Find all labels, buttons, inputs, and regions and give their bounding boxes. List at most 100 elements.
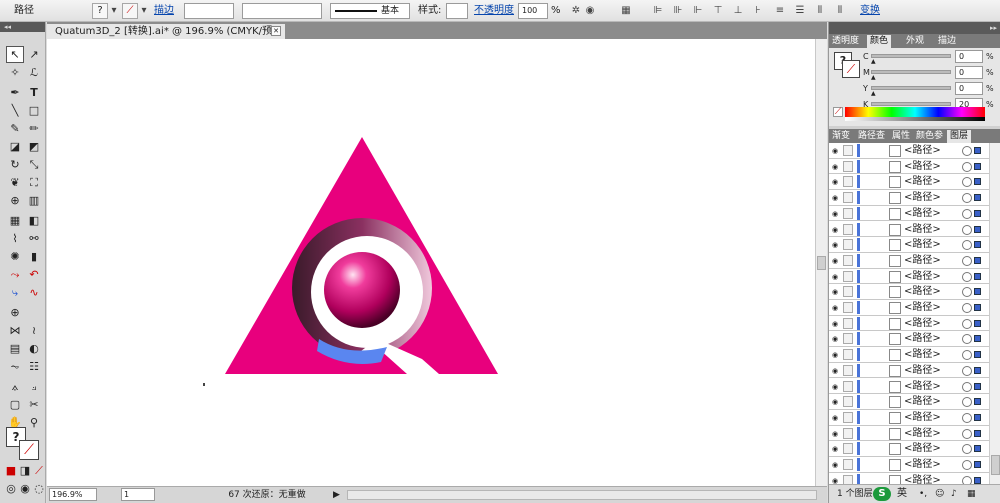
eye-icon[interactable]: ◉ bbox=[832, 430, 838, 438]
layer-row[interactable]: ◉ <路径> bbox=[829, 190, 989, 206]
target-icon[interactable] bbox=[962, 475, 972, 484]
layer-row[interactable]: ◉ <路径> bbox=[829, 379, 989, 395]
eye-icon[interactable]: ◉ bbox=[832, 194, 838, 202]
lock-toggle[interactable] bbox=[843, 145, 853, 156]
direct-selection-tool-icon[interactable]: ↗ bbox=[25, 46, 43, 63]
target-icon[interactable] bbox=[962, 428, 972, 439]
none-swatch-icon[interactable]: ⟋ bbox=[833, 107, 843, 117]
opacity-link[interactable]: 不透明度 bbox=[474, 0, 514, 22]
color-stroke-swatch[interactable]: ⟋ bbox=[842, 60, 860, 78]
scale-tool-icon[interactable]: ⤡ bbox=[25, 156, 43, 173]
target-icon[interactable] bbox=[962, 381, 972, 392]
variable-width-select[interactable] bbox=[242, 3, 322, 19]
lock-toggle[interactable] bbox=[843, 427, 853, 439]
layer-row[interactable]: ◉ <路径> bbox=[829, 473, 989, 484]
artboard-canvas[interactable] bbox=[47, 39, 815, 486]
lock-toggle[interactable] bbox=[843, 192, 853, 204]
selection-indicator[interactable] bbox=[974, 178, 981, 186]
eye-icon[interactable]: ◉ bbox=[832, 335, 838, 343]
selection-indicator[interactable] bbox=[974, 147, 981, 154]
live-paint-tool-icon[interactable]: ◐ bbox=[25, 340, 43, 357]
eye-icon[interactable]: ◉ bbox=[832, 288, 838, 296]
slider-knob-icon[interactable]: ▲ bbox=[871, 91, 876, 97]
lock-toggle[interactable] bbox=[843, 396, 853, 408]
layer-row[interactable]: ◉ <路径> bbox=[829, 143, 989, 159]
column-graph-tool-icon[interactable]: ▮ bbox=[25, 248, 43, 265]
ime-mic-icon[interactable]: ♪ bbox=[951, 487, 957, 501]
layer-row[interactable]: ◉ <路径> bbox=[829, 316, 989, 332]
layer-row[interactable]: ◉ <路径> bbox=[829, 284, 989, 300]
target-icon[interactable] bbox=[962, 334, 972, 345]
target-icon[interactable] bbox=[962, 255, 972, 266]
play-icon[interactable]: ▶ bbox=[333, 488, 340, 502]
selection-indicator[interactable] bbox=[974, 225, 981, 233]
layer-row[interactable]: ◉ <路径> bbox=[829, 237, 989, 253]
channel-m-slider[interactable] bbox=[871, 70, 951, 74]
target-icon[interactable] bbox=[962, 177, 972, 188]
channel-c-input[interactable]: 0 bbox=[955, 50, 983, 63]
tab-layers[interactable]: 图层 bbox=[947, 130, 972, 143]
layer-row[interactable]: ◉ <路径> bbox=[829, 174, 989, 191]
eye-icon[interactable]: ◉ bbox=[832, 398, 838, 406]
scissors-tool-icon[interactable]: ✂ bbox=[25, 396, 43, 413]
eye-icon[interactable]: ◉ bbox=[832, 414, 838, 422]
align-center-icon[interactable]: ⊪ bbox=[672, 5, 684, 17]
gradient-tool-icon[interactable]: ◧ bbox=[25, 212, 43, 229]
tab-pathfinder[interactable]: 路径查 bbox=[855, 130, 888, 143]
slider-knob-icon[interactable]: ▲ bbox=[871, 59, 876, 65]
tab-transparency[interactable]: 透明度 bbox=[829, 35, 862, 48]
panel-collapse-icon[interactable]: ▸▸ bbox=[829, 22, 1000, 34]
selection-indicator[interactable] bbox=[974, 398, 981, 406]
lasso-tool-icon[interactable]: ℒ bbox=[25, 64, 43, 81]
close-icon[interactable]: ✕ bbox=[271, 26, 281, 36]
opacity-input[interactable]: 100 bbox=[518, 3, 548, 19]
layer-row[interactable]: ◉ <路径> bbox=[829, 441, 989, 457]
layer-row[interactable]: ◉ <路径> bbox=[829, 269, 989, 285]
selection-indicator[interactable] bbox=[974, 209, 981, 217]
align-bottom-icon[interactable]: ⊦ bbox=[752, 5, 764, 17]
layer-row[interactable]: ◉ <路径> bbox=[829, 426, 989, 442]
curvature-tool-icon[interactable]: ↶ bbox=[25, 266, 43, 283]
chevron-down-icon[interactable]: ▾ bbox=[108, 5, 120, 17]
channel-y-slider[interactable] bbox=[871, 86, 951, 90]
magic-wand-tool-icon[interactable]: ✧ bbox=[6, 64, 24, 81]
align-top-icon[interactable]: ⊤ bbox=[712, 5, 724, 17]
selection-indicator[interactable] bbox=[974, 162, 981, 170]
eye-icon[interactable]: ◉ bbox=[832, 147, 838, 155]
lock-toggle[interactable] bbox=[843, 270, 853, 282]
layer-row[interactable]: ◉ <路径> bbox=[829, 159, 989, 175]
lock-toggle[interactable] bbox=[843, 239, 853, 251]
selection-indicator[interactable] bbox=[974, 445, 981, 453]
target-icon[interactable] bbox=[962, 240, 972, 251]
selection-indicator[interactable] bbox=[974, 241, 981, 249]
selection-indicator[interactable] bbox=[974, 351, 981, 359]
eye-icon[interactable]: ◉ bbox=[832, 163, 838, 171]
line-tool-icon[interactable]: ╲ bbox=[6, 102, 24, 119]
lock-toggle[interactable] bbox=[843, 207, 853, 219]
ime-punct-icon[interactable]: •, bbox=[919, 487, 927, 501]
selection-indicator[interactable] bbox=[974, 382, 981, 390]
target-icon[interactable] bbox=[962, 460, 972, 470]
selection-indicator[interactable] bbox=[974, 319, 981, 327]
pencil-tool-icon[interactable]: ✏ bbox=[25, 120, 43, 137]
tab-color-guide[interactable]: 颜色参 bbox=[913, 130, 946, 143]
fill-swatch[interactable]: ? bbox=[92, 3, 108, 19]
layer-row[interactable]: ◉ <路径> bbox=[829, 206, 989, 222]
ime-smile-icon[interactable]: ☺ bbox=[935, 487, 944, 501]
layer-row[interactable]: ◉ <路径> bbox=[829, 331, 989, 348]
target-icon[interactable] bbox=[962, 193, 972, 204]
lock-toggle[interactable] bbox=[843, 411, 853, 423]
slice-tool-icon[interactable]: ⟑ bbox=[6, 378, 24, 395]
lock-toggle[interactable] bbox=[843, 380, 853, 392]
selection-indicator[interactable] bbox=[974, 304, 981, 311]
target-icon[interactable] bbox=[962, 224, 972, 235]
distribute-center-icon[interactable]: ⫴ bbox=[834, 5, 846, 17]
width-tool-icon[interactable]: ⤳ bbox=[6, 266, 24, 283]
type-tool-icon[interactable]: T bbox=[25, 84, 43, 101]
lock-toggle[interactable] bbox=[843, 176, 853, 188]
layer-row[interactable]: ◉ <路径> bbox=[829, 410, 989, 426]
stroke-color-swatch[interactable]: ⟋ bbox=[19, 440, 39, 460]
color-spectrum[interactable] bbox=[845, 107, 985, 117]
transform-link[interactable]: 变换 bbox=[860, 0, 880, 22]
target-icon[interactable] bbox=[962, 271, 972, 282]
